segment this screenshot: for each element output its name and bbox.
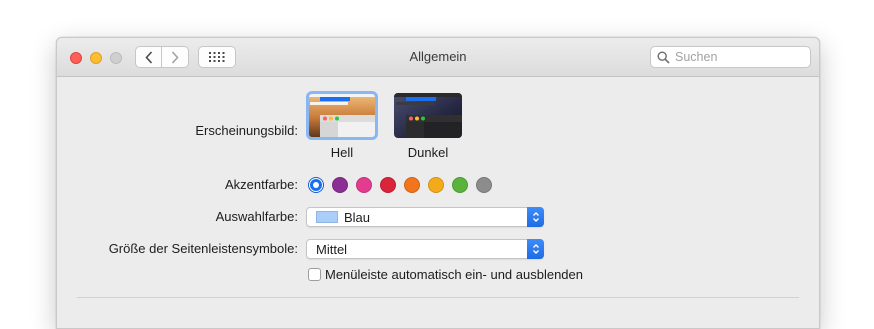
appearance-dark-label: Dunkel [407, 145, 449, 160]
sidebar-icon-size-popup[interactable]: Mittel [306, 239, 544, 259]
popup-arrows-icon [527, 207, 544, 227]
appearance-light-option[interactable] [306, 91, 378, 140]
preferences-window: Allgemein Suchen Erscheinungsbild: Hell … [56, 37, 820, 329]
accent-color-swatch[interactable] [332, 177, 348, 193]
highlight-color-popup[interactable]: Blau [306, 207, 544, 227]
appearance-label: Erscheinungsbild: [195, 123, 298, 138]
autohide-menubar-checkbox[interactable] [308, 268, 321, 281]
light-appearance-thumbnail [308, 93, 376, 138]
highlight-color-value: Blau [344, 210, 371, 225]
autohide-menubar-label[interactable]: Menüleiste automatisch ein- und ausblend… [325, 267, 583, 282]
highlight-color-swatch [316, 211, 338, 223]
accent-color-swatch[interactable] [476, 177, 492, 193]
accent-color-swatch[interactable] [404, 177, 420, 193]
popup-arrows-icon [527, 239, 544, 259]
highlight-color-label: Auswahlfarbe: [215, 209, 298, 224]
accent-color-swatch[interactable] [356, 177, 372, 193]
appearance-dark-option[interactable] [394, 93, 462, 138]
title-bar: Allgemein Suchen [57, 38, 819, 77]
sidebar-icon-size-value: Mittel [316, 242, 348, 257]
appearance-light-label: Hell [330, 145, 354, 160]
accent-color-swatch[interactable] [428, 177, 444, 193]
accent-color-label: Akzentfarbe: [225, 177, 298, 192]
sidebar-icon-size-label: Größe der Seitenleistensymbole: [108, 241, 298, 256]
search-field[interactable]: Suchen [650, 46, 811, 68]
accent-color-swatch[interactable] [452, 177, 468, 193]
search-icon [657, 51, 670, 64]
accent-color-swatch[interactable] [380, 177, 396, 193]
search-placeholder: Suchen [675, 50, 718, 64]
section-divider [77, 297, 799, 298]
accent-color-swatch[interactable] [308, 177, 324, 193]
dark-appearance-thumbnail [394, 93, 462, 138]
